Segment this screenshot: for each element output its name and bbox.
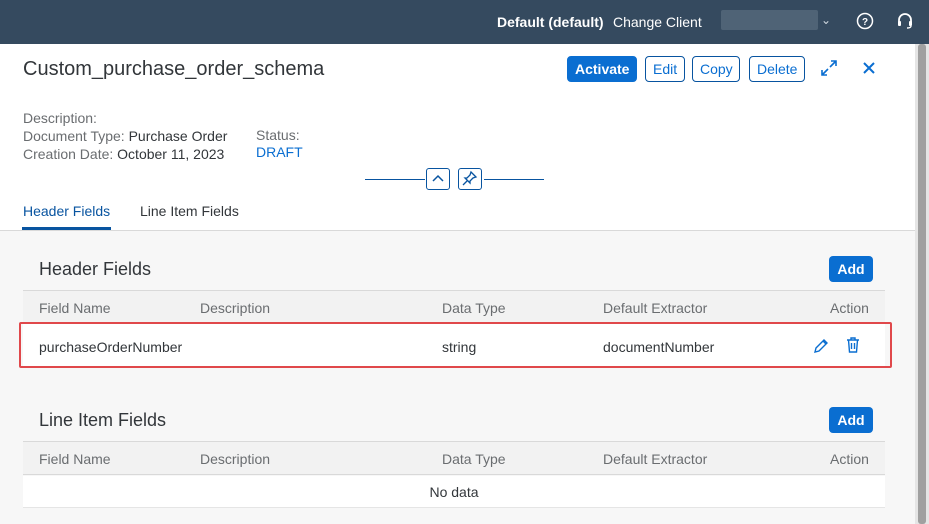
close-icon[interactable] (859, 58, 879, 78)
column-description: Description (200, 451, 271, 467)
document-type-value: Purchase Order (128, 128, 228, 144)
description-label: Description: (23, 110, 97, 126)
object-page-header: Custom_purchase_order_schema Activate Ed… (0, 44, 915, 231)
user-name-redacted[interactable] (721, 10, 818, 30)
column-description: Description (200, 300, 271, 316)
creation-date-attr: Creation Date: October 11, 2023 (23, 146, 224, 162)
column-default-extractor: Default Extractor (603, 300, 708, 316)
creation-date-value: October 11, 2023 (117, 146, 225, 162)
activate-button[interactable]: Activate (567, 56, 637, 82)
add-header-field-button[interactable]: Add (829, 256, 873, 282)
chevron-down-icon[interactable]: ⌄ (821, 13, 831, 27)
header-fields-table-header: Field Name Description Data Type Default… (23, 290, 885, 324)
column-data-type: Data Type (442, 300, 506, 316)
empty-table-row: No data (23, 476, 885, 508)
column-field-name: Field Name (39, 451, 111, 467)
column-field-name: Field Name (39, 300, 111, 316)
line-item-fields-title: Line Item Fields (39, 410, 167, 430)
headset-icon[interactable] (896, 12, 914, 30)
document-type-label: Document Type: (23, 128, 125, 144)
copy-button[interactable]: Copy (692, 56, 740, 82)
line-item-fields-table-header: Field Name Description Data Type Default… (23, 441, 885, 475)
add-line-item-field-button[interactable]: Add (829, 407, 873, 433)
collapse-header-button[interactable] (426, 168, 450, 190)
svg-text:?: ? (862, 17, 868, 28)
edit-button[interactable]: Edit (645, 56, 685, 82)
selected-tab-indicator (22, 227, 111, 230)
delete-button[interactable]: Delete (749, 56, 805, 82)
document-type-attr: Document Type: Purchase Order (23, 128, 227, 144)
header-fields-title: Header Fields (39, 259, 152, 279)
no-data-text: No data (429, 484, 479, 500)
help-icon[interactable]: ? (856, 12, 874, 30)
pin-icon (462, 170, 478, 186)
fullscreen-icon[interactable] (819, 58, 839, 78)
pin-header-button[interactable] (458, 168, 482, 190)
system-label[interactable]: Default (default) (497, 14, 604, 30)
page-title: Custom_purchase_order_schema (23, 58, 325, 80)
column-action: Action (830, 300, 869, 316)
status-value: DRAFT (256, 144, 303, 160)
scrollbar-thumb[interactable] (918, 44, 926, 524)
vertical-scrollbar[interactable] (915, 44, 929, 524)
tab-line-item-fields[interactable]: Line Item Fields (140, 203, 239, 219)
divider (365, 179, 425, 180)
row-highlight-box (19, 322, 892, 368)
column-data-type: Data Type (442, 451, 506, 467)
status-label: Status: (256, 127, 300, 143)
divider (484, 179, 544, 180)
tab-header-fields[interactable]: Header Fields (23, 203, 110, 219)
column-action: Action (830, 451, 869, 467)
creation-date-label: Creation Date: (23, 146, 114, 162)
chevron-up-icon (432, 174, 444, 182)
column-default-extractor: Default Extractor (603, 451, 708, 467)
change-client-link[interactable]: Change Client (613, 14, 702, 30)
shell-bar: Default (default) Change Client ⌄ ? (0, 0, 929, 44)
